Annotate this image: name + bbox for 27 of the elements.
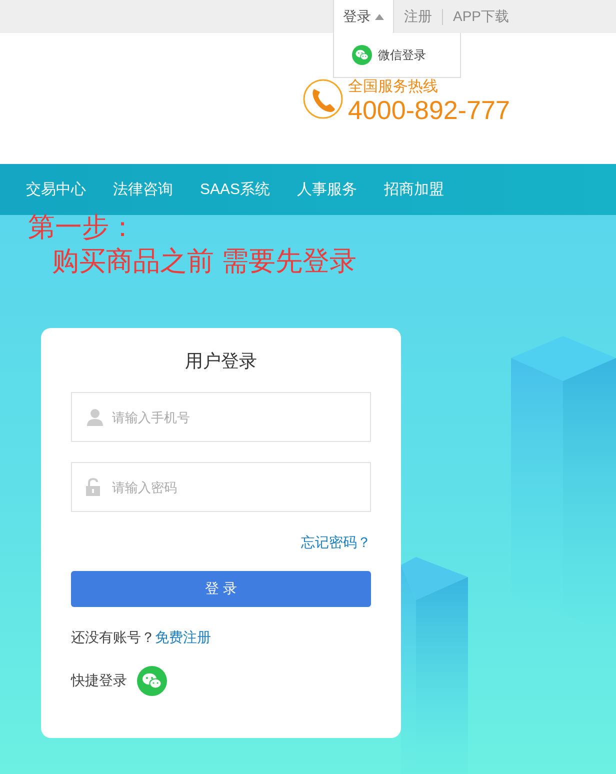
hotline-number: 4000-892-777: [348, 95, 510, 125]
phone-field[interactable]: 请输入手机号: [71, 392, 371, 442]
forgot-password-link[interactable]: 忘记密码？: [301, 534, 371, 550]
card-title: 用户登录: [184, 350, 258, 372]
menu-item[interactable]: 微信登录: [378, 46, 426, 64]
nav-item[interactable]: 交易中心: [26, 180, 86, 199]
quick-login-label: 快捷登录: [71, 672, 127, 690]
top-link[interactable]: APP下载: [443, 0, 520, 33]
nav-item[interactable]: 人事服务: [297, 180, 358, 199]
caret-icon: [375, 14, 384, 20]
register-prompt: 还没有账号？: [71, 628, 155, 647]
hotline-label: 全国服务热线: [348, 79, 439, 95]
top-link[interactable]: 注册: [394, 0, 442, 33]
nav-item[interactable]: 招商加盟: [384, 180, 444, 199]
annotation-text: 购买商品之前 需要先登录: [52, 246, 357, 276]
wechat-icon[interactable]: [352, 45, 372, 65]
user-icon: [86, 408, 104, 426]
nav-item[interactable]: 法律咨询: [113, 180, 173, 199]
register-link[interactable]: 免费注册: [155, 627, 211, 647]
wechat-icon[interactable]: [137, 666, 167, 696]
lock-icon: [86, 478, 100, 496]
nav-item[interactable]: SAAS系统: [200, 180, 270, 199]
password-field[interactable]: 请输入密码: [71, 462, 371, 512]
annotation-text: 第一步：: [28, 212, 136, 242]
top-link[interactable]: 登录: [333, 0, 394, 33]
phone-icon: [303, 79, 343, 119]
login-button[interactable]: 登 录: [71, 571, 371, 607]
